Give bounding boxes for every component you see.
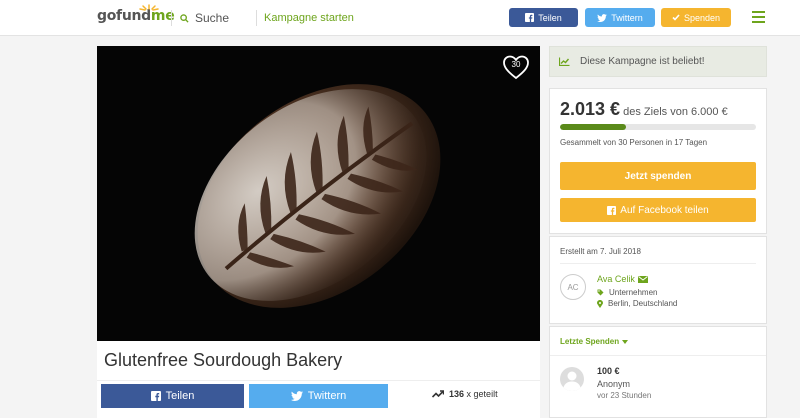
goal-text: des Ziels von 6.000 € bbox=[623, 106, 728, 118]
donor-avatar bbox=[560, 367, 584, 391]
campaign-title: Glutenfree Sourdough Bakery bbox=[104, 350, 343, 370]
popular-campaign-banner: Diese Kampagne ist beliebt! bbox=[549, 46, 767, 77]
envelope-icon[interactable] bbox=[637, 275, 648, 283]
search-icon bbox=[180, 13, 189, 23]
twitter-share-label: Twittern bbox=[307, 390, 347, 402]
organizer-type-row: Unternehmen bbox=[597, 288, 657, 297]
twitter-icon bbox=[290, 391, 303, 401]
trending-chart-icon bbox=[559, 57, 570, 66]
top-navigation: gofundme Suche Kampagne starten Teilen T… bbox=[0, 0, 800, 36]
organizer-name: Ava Celik bbox=[597, 274, 635, 284]
created-date: Erstellt am 7. Juli 2018 bbox=[560, 247, 641, 256]
share-count-number: 136 bbox=[449, 389, 465, 399]
campaign-hero-image: 30 bbox=[97, 46, 540, 341]
recent-donations-toggle[interactable]: Letzte Spenden bbox=[560, 337, 629, 346]
raised-meta: Gesammelt von 30 Personen in 17 Tagen bbox=[560, 138, 708, 147]
search-label: Suche bbox=[195, 11, 230, 25]
organizer-name-link[interactable]: Ava Celik bbox=[597, 274, 648, 284]
campaign-title-box: Glutenfree Sourdough Bakery bbox=[97, 341, 540, 381]
sourdough-bread-image bbox=[194, 84, 441, 308]
organizer-location: Berlin, Deutschland bbox=[608, 299, 678, 308]
checkmark-icon bbox=[672, 14, 680, 21]
start-campaign-link[interactable]: Kampagne starten bbox=[264, 12, 354, 24]
header-divider bbox=[256, 10, 257, 26]
recent-donations-card: Letzte Spenden 100 € Anonym vor 23 Stund… bbox=[549, 326, 767, 418]
facebook-icon bbox=[607, 205, 617, 215]
recent-donations-label: Letzte Spenden bbox=[560, 337, 620, 346]
donation-time: vor 23 Stunden bbox=[597, 391, 652, 400]
header-donate-button[interactable]: Spenden bbox=[661, 8, 731, 27]
campaign-share-bar: Teilen Twittern 136 x geteilt bbox=[97, 381, 540, 418]
facebook-share-sidebar-button[interactable]: Auf Facebook teilen bbox=[560, 198, 756, 222]
organizer-type: Unternehmen bbox=[609, 288, 658, 297]
share-count-suffix: x geteilt bbox=[466, 389, 498, 399]
donate-now-button[interactable]: Jetzt spenden bbox=[560, 162, 756, 190]
location-pin-icon bbox=[597, 299, 603, 308]
heart-count: 30 bbox=[511, 60, 521, 69]
facebook-icon bbox=[150, 391, 161, 401]
header-twitter-share-button[interactable]: Twittern bbox=[585, 8, 655, 27]
trending-up-icon bbox=[432, 390, 444, 398]
header-facebook-share-button[interactable]: Teilen bbox=[509, 8, 578, 27]
facebook-share-label: Teilen bbox=[165, 390, 195, 402]
logo-sun-icon bbox=[139, 4, 159, 11]
header-divider bbox=[171, 10, 172, 26]
organizer-location-row: Berlin, Deutschland bbox=[597, 299, 677, 308]
progress-bar bbox=[560, 124, 756, 130]
gofundme-logo[interactable]: gofundme bbox=[97, 8, 175, 24]
twitter-icon bbox=[597, 13, 608, 22]
facebook-share-button[interactable]: Teilen bbox=[101, 384, 244, 408]
caret-down-icon bbox=[622, 339, 629, 344]
facebook-share-sidebar-label: Auf Facebook teilen bbox=[620, 204, 709, 216]
facebook-icon bbox=[525, 13, 535, 22]
tag-icon bbox=[597, 289, 604, 296]
twitter-share-button[interactable]: Twittern bbox=[249, 384, 388, 408]
donor-name: Anonym bbox=[597, 379, 631, 389]
raised-amount: 2.013 € des Ziels von 6.000 € bbox=[560, 99, 728, 120]
progress-bar-fill bbox=[560, 124, 626, 130]
popular-text: Diese Kampagne ist beliebt! bbox=[580, 56, 705, 67]
share-count: 136 x geteilt bbox=[432, 389, 498, 399]
search-link[interactable]: Suche bbox=[180, 11, 229, 25]
organizer-card: Erstellt am 7. Juli 2018 AC Ava Celik Un… bbox=[549, 236, 767, 324]
donation-summary-card: 2.013 € des Ziels von 6.000 € Gesammelt … bbox=[549, 88, 767, 234]
divider bbox=[550, 355, 766, 356]
header-twitter-label: Twittern bbox=[611, 12, 643, 23]
hamburger-menu-icon[interactable] bbox=[752, 11, 765, 26]
raised-amount-value: 2.013 € bbox=[560, 99, 621, 119]
header-facebook-label: Teilen bbox=[538, 12, 562, 23]
organizer-avatar: AC bbox=[560, 274, 586, 300]
user-silhouette-icon bbox=[563, 371, 581, 391]
donation-amount: 100 € bbox=[597, 366, 620, 376]
header-donate-label: Spenden bbox=[683, 12, 721, 23]
divider bbox=[560, 263, 756, 264]
